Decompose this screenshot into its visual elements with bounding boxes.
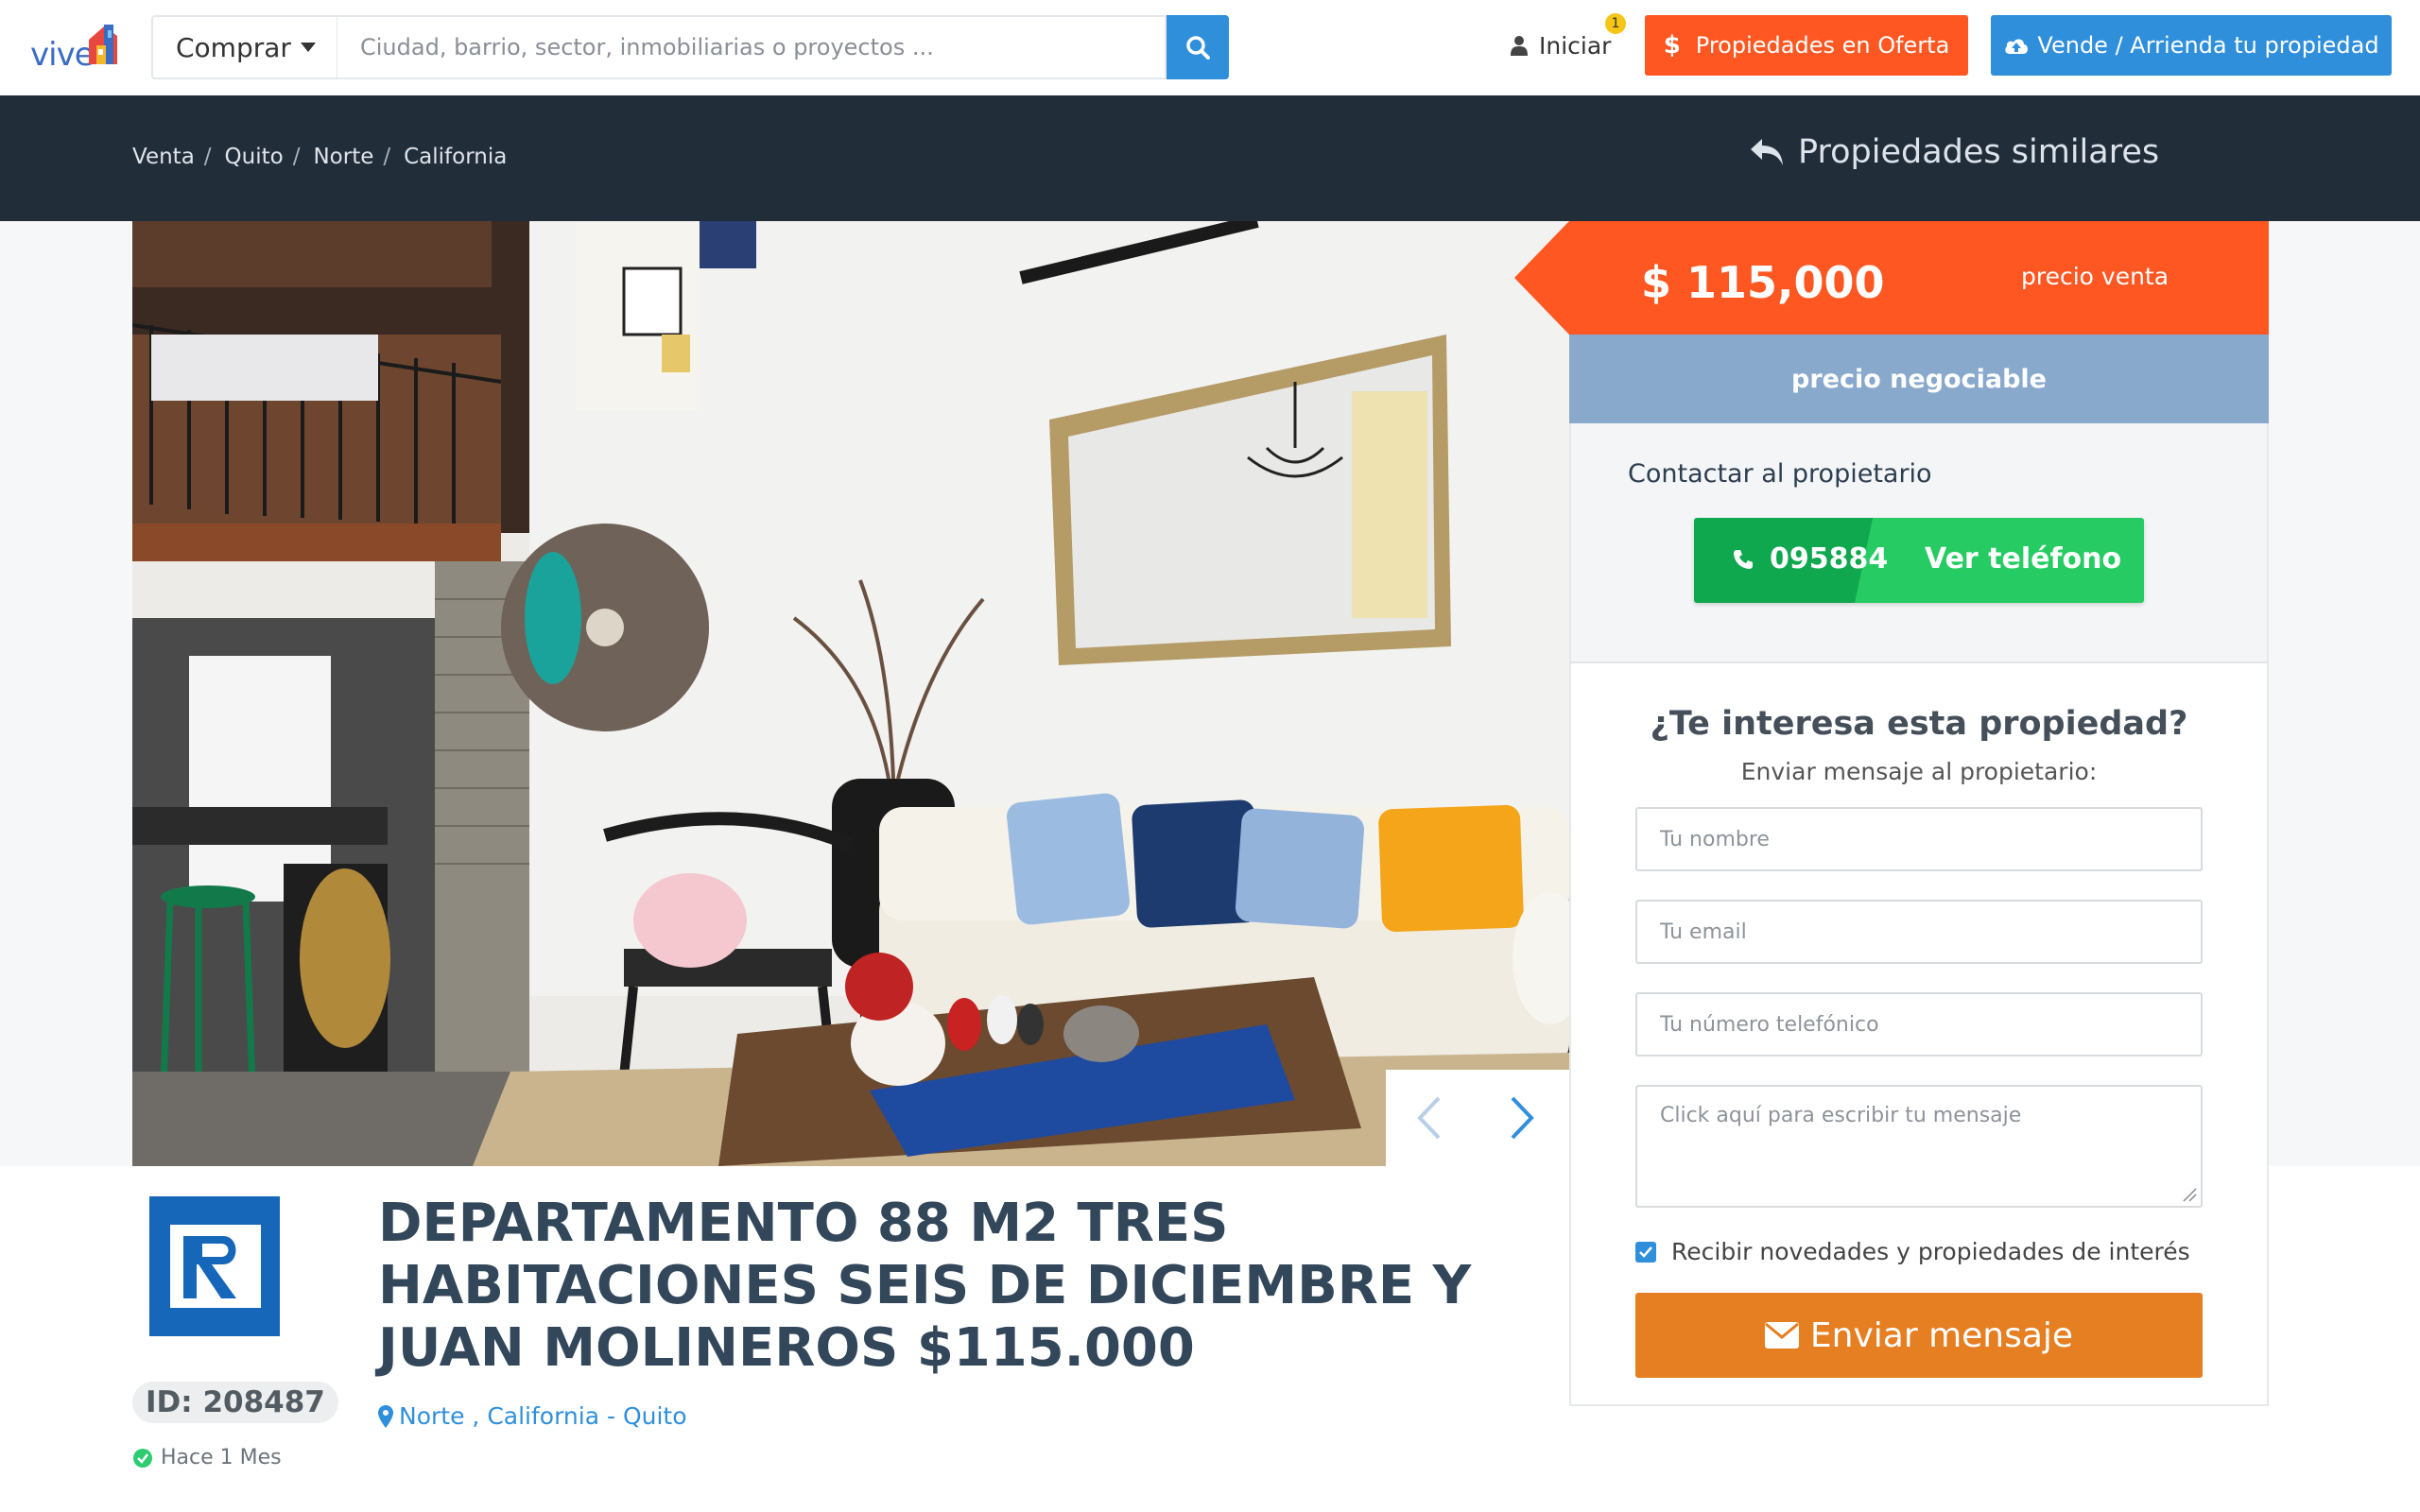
dollar-icon: $	[1663, 31, 1681, 60]
send-message-label: Enviar mensaje	[1809, 1315, 2074, 1355]
chevron-left-icon[interactable]	[1407, 1092, 1454, 1143]
subscribe-checkbox[interactable]	[1635, 1241, 1656, 1263]
price-banner: $ 115,000 precio venta	[1569, 221, 2269, 335]
logo-house-icon	[89, 25, 117, 64]
check-circle-icon	[133, 1448, 152, 1468]
caret-down-icon	[300, 43, 316, 52]
listing-id-badge: ID: 208487	[132, 1382, 338, 1423]
negotiable-badge: precio negociable	[1569, 335, 2269, 423]
chevron-right-icon[interactable]	[1497, 1092, 1545, 1143]
subscribe-checkbox-row[interactable]: Recibir novedades y propiedades de inter…	[1635, 1238, 2190, 1265]
phone-field[interactable]	[1635, 992, 2203, 1057]
phone-icon	[1734, 549, 1753, 569]
top-navbar: vive Comprar Iniciar 1 $ P	[0, 0, 2420, 95]
user-icon	[1511, 36, 1528, 56]
subscribe-label: Recibir novedades y propiedades de inter…	[1671, 1238, 2190, 1265]
search-input[interactable]	[337, 15, 1167, 79]
resize-grip-icon[interactable]	[2182, 1187, 2197, 1202]
show-phone-button[interactable]: 095884 Ver teléfono	[1694, 518, 2144, 603]
email-field[interactable]	[1635, 900, 2203, 964]
similar-properties-label: Propiedades similares	[1798, 133, 2160, 171]
send-message-button[interactable]: Enviar mensaje	[1635, 1293, 2203, 1378]
sell-rent-label: Vende / Arrienda tu propiedad	[2037, 32, 2379, 59]
form-subtitle: Enviar mensaje al propietario:	[1740, 758, 2098, 785]
listing-age: Hace 1 Mes	[132, 1446, 282, 1469]
breadcrumb-separator: /	[292, 145, 301, 169]
listing-title: DEPARTAMENTO 88 M2 TRES HABITACIONES SEI…	[378, 1193, 1472, 1379]
reply-icon	[1751, 139, 1783, 165]
listing-location: Norte , California - Quito	[378, 1402, 687, 1430]
login-link[interactable]: Iniciar	[1511, 26, 1611, 64]
property-photo[interactable]	[132, 221, 1569, 1166]
breadcrumb-bar: Venta / Quito / Norte / California Propi…	[0, 95, 2420, 221]
message-field[interactable]	[1635, 1085, 2203, 1208]
breadcrumb-item-california[interactable]: California	[404, 145, 507, 169]
listing-age-text: Hace 1 Mes	[161, 1446, 282, 1469]
price-tag-arrow	[1514, 221, 1569, 335]
see-phone-label: Ver teléfono	[1925, 542, 2122, 576]
location-separator: ,	[464, 1402, 488, 1430]
notification-badge: 1	[1605, 13, 1626, 34]
search-button[interactable]	[1167, 15, 1229, 79]
breadcrumb-item-norte[interactable]: Norte	[313, 145, 373, 169]
breadcrumb-separator: /	[203, 145, 212, 169]
map-pin-icon	[378, 1404, 393, 1428]
offers-label: Propiedades en Oferta	[1695, 32, 1950, 59]
agency-logo[interactable]	[149, 1196, 280, 1336]
similar-properties-link[interactable]: Propiedades similares	[1749, 133, 2159, 171]
search-icon	[1186, 36, 1210, 60]
operation-type-dropdown[interactable]: Comprar	[151, 15, 337, 79]
gallery-nav	[1386, 1070, 1569, 1166]
phone-number-text: 095884	[1770, 542, 1889, 576]
living-room-image	[132, 221, 1569, 1166]
envelope-icon	[1764, 1322, 1799, 1349]
breadcrumb-item-venta[interactable]: Venta	[132, 145, 195, 169]
phone-partial-number: 095884	[1732, 542, 1888, 576]
breadcrumb: Venta / Quito / Norte / California	[132, 145, 507, 169]
location-sector-link[interactable]: Norte	[399, 1402, 464, 1430]
breadcrumb-item-quito[interactable]: Quito	[225, 145, 284, 169]
login-label: Iniciar	[1539, 31, 1612, 60]
operation-type-label: Comprar	[176, 31, 291, 63]
form-title: ¿Te interesa esta propiedad?	[1650, 705, 2188, 743]
contact-form: ¿Te interesa esta propiedad? Enviar mens…	[1569, 662, 2269, 1406]
sell-rent-button[interactable]: Vende / Arrienda tu propiedad	[1991, 15, 2392, 76]
checkmark-icon	[1639, 1246, 1652, 1258]
search-bar: Comprar	[151, 15, 1229, 79]
offers-button[interactable]: $ Propiedades en Oferta	[1645, 15, 1968, 76]
contact-owner-panel: Contactar al propietario 095884 Ver telé…	[1569, 423, 2269, 662]
logo-text: vive	[30, 36, 95, 74]
location-neighborhood-link[interactable]: California	[487, 1402, 599, 1430]
price-type-label: precio venta	[2021, 263, 2169, 290]
price-amount: $ 115,000	[1641, 257, 1885, 308]
location-dash: -	[599, 1402, 623, 1430]
breadcrumb-separator: /	[383, 145, 391, 169]
cloud-upload-icon	[2005, 39, 2029, 54]
contact-title: Contactar al propietario	[1628, 459, 1932, 489]
realtor-r-logo-icon	[170, 1225, 261, 1308]
location-city-link[interactable]: Quito	[623, 1402, 687, 1430]
name-field[interactable]	[1635, 807, 2203, 871]
site-logo[interactable]: vive	[30, 23, 125, 76]
